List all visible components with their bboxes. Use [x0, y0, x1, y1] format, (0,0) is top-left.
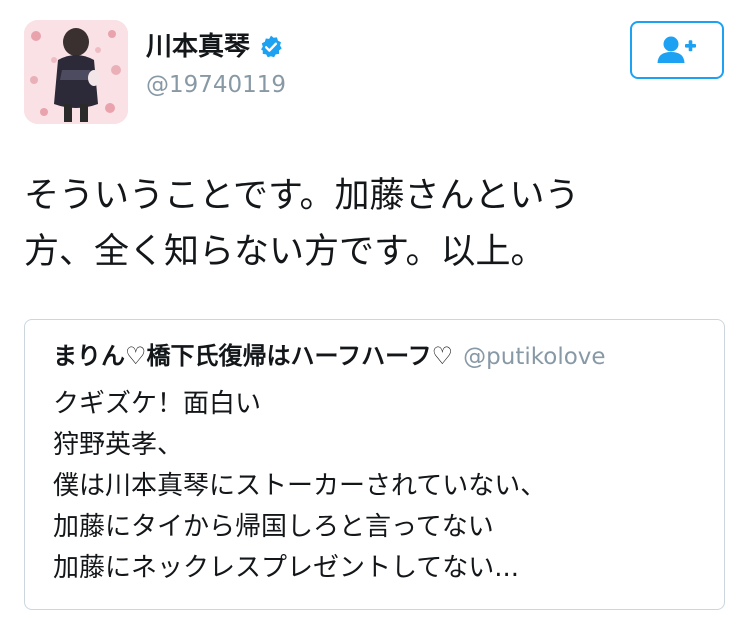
quoted-tweet-handle: @putikolove	[463, 344, 606, 370]
tweet-text-line: そういうことです。加藤さんという	[24, 176, 580, 216]
quoted-tweet-line: 加藤にタイから帰国しろと言ってない	[53, 512, 494, 542]
quoted-tweet-header: まりん♡橋下氏復帰はハーフハーフ♡ @putikolove	[53, 344, 606, 369]
quoted-tweet-line: 狩野英孝、	[53, 430, 184, 460]
author-handle[interactable]: @19740119	[146, 74, 286, 97]
quoted-tweet-line: 僕は川本真琴にストーカーされていない、	[53, 471, 547, 501]
quoted-tweet-line: クギズケ！面白い	[53, 389, 262, 419]
quoted-tweet-display-name: まりん♡橋下氏復帰はハーフハーフ♡	[53, 342, 454, 370]
verified-badge-icon	[258, 34, 284, 60]
follow-person-plus-icon	[657, 36, 696, 63]
quoted-tweet-line: 加藤にネックレスプレゼントしてない...	[53, 553, 520, 583]
avatar-photo-icon	[24, 20, 128, 124]
tweet-text-line: 方、全く知らない方です。以上。	[24, 232, 546, 272]
author-display-name[interactable]: 川本真琴	[146, 34, 250, 60]
avatar[interactable]	[24, 20, 128, 124]
author-name-row: 川本真琴	[146, 34, 284, 60]
quoted-tweet-text: クギズケ！面白い 狩野英孝、 僕は川本真琴にストーカーされていない、 加藤にタイ…	[53, 384, 546, 589]
tweet-text: そういうことです。加藤さんという 方、全く知らない方です。以上。	[24, 168, 724, 280]
follow-button[interactable]	[630, 21, 724, 79]
quoted-tweet-card[interactable]: まりん♡橋下氏復帰はハーフハーフ♡ @putikolove クギズケ！面白い 狩野…	[24, 319, 725, 610]
